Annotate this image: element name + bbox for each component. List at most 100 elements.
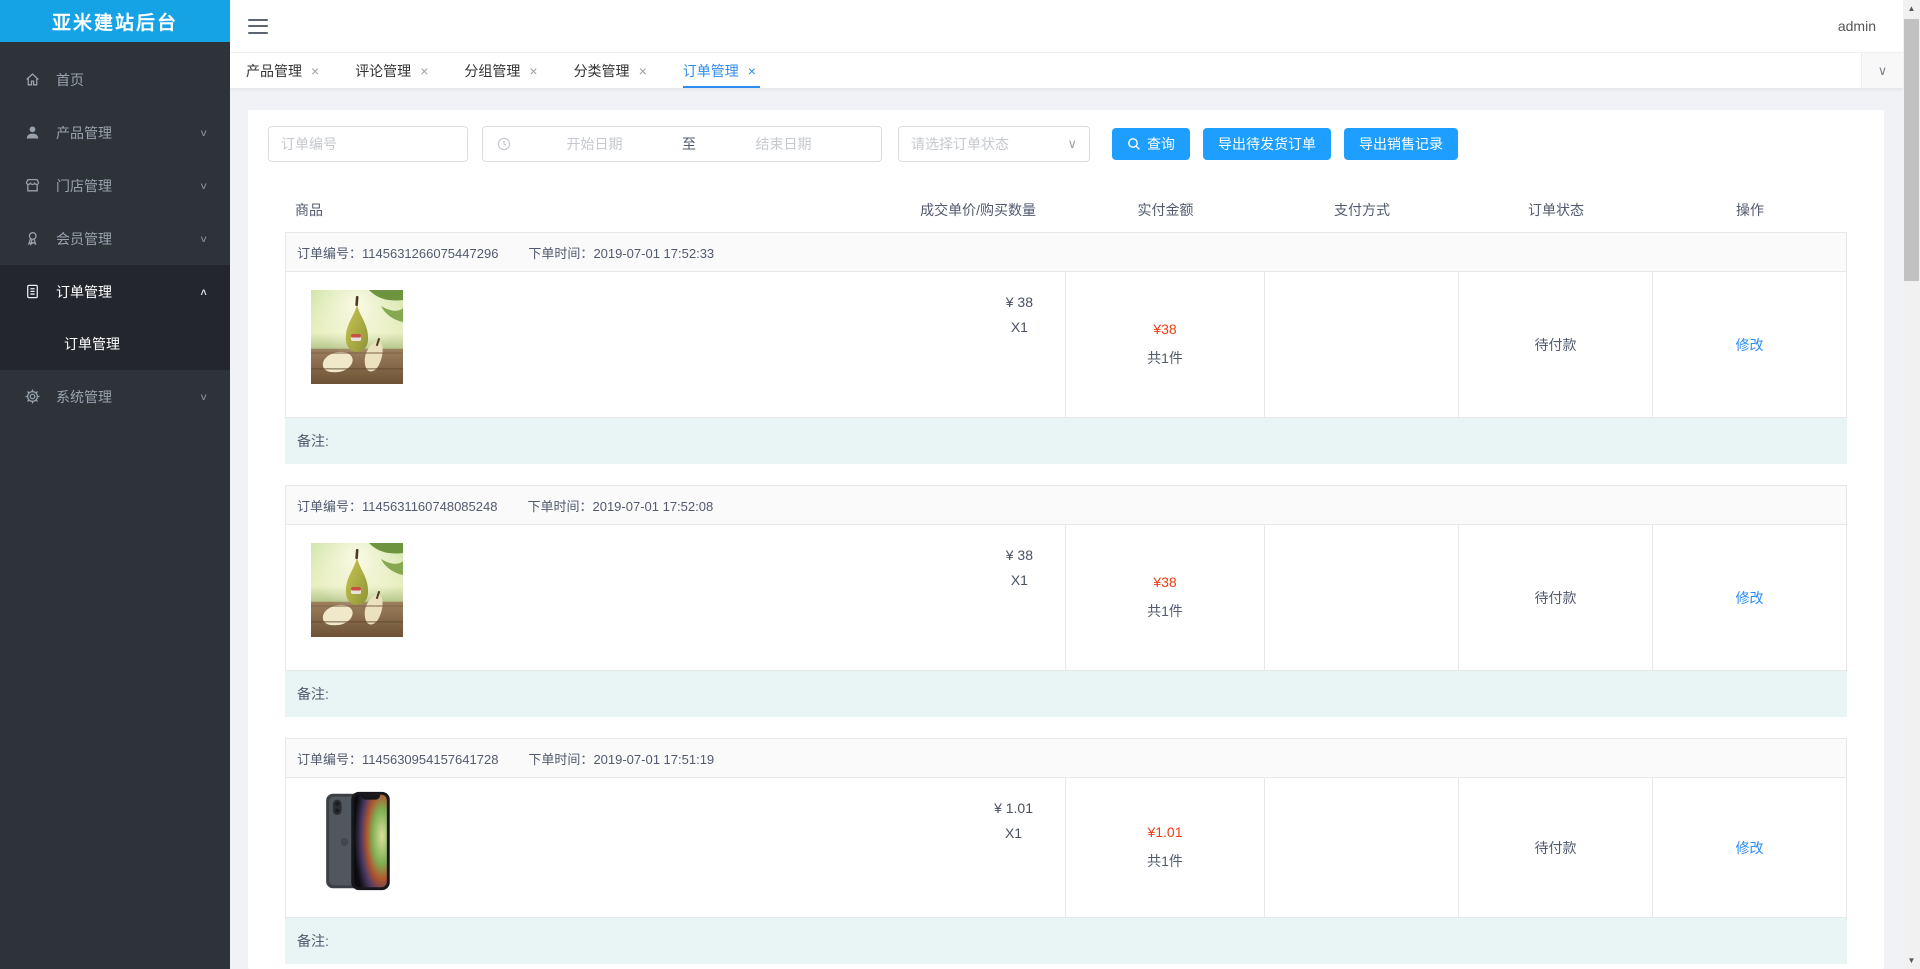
- edit-order-link[interactable]: 修改: [1736, 588, 1764, 608]
- column-header-unit-price-qty: 成交单价/购买数量: [920, 202, 1036, 218]
- sidebar-subitem-order-management[interactable]: 订单管理: [0, 318, 230, 370]
- total-count: 共1件: [1147, 853, 1183, 869]
- order-doc-icon: [24, 283, 41, 300]
- column-header-product: 商品: [295, 202, 323, 218]
- column-header-order-status: 订单状态: [1528, 202, 1584, 218]
- quantity: X1: [1010, 319, 1028, 335]
- chevron-down-icon: ∨: [199, 232, 208, 245]
- column-header-paid-amount: 实付金额: [1137, 202, 1194, 218]
- order-block: 订单编号：1145630954157641728 下单时间：2019-07-01…: [285, 738, 1847, 964]
- filter-row: 开始日期 至 结束日期 请选择订单状态 ∨ 查询 导出待发货订单: [268, 126, 1864, 162]
- table-header-row: 商品 成交单价/购买数量 实付金额 支付方式 订单状态 操作: [285, 188, 1847, 232]
- quantity: X1: [1010, 572, 1028, 588]
- chevron-down-icon: ∨: [1067, 136, 1077, 151]
- order-remark: 备注:: [285, 671, 1847, 717]
- tab-label: 评论管理: [355, 62, 412, 79]
- column-header-actions: 操作: [1736, 202, 1764, 218]
- unit-price: ¥ 38: [1005, 294, 1033, 310]
- order-no-label: 订单编号：: [297, 751, 363, 767]
- status-badge: 待付款: [1534, 336, 1577, 353]
- scroll-down-arrow-icon[interactable]: ▼: [1903, 952, 1920, 969]
- sidebar-item-system[interactable]: 系统管理 ∨: [0, 370, 230, 423]
- iphone-product-image: [312, 788, 402, 894]
- user-icon: [24, 124, 41, 141]
- date-start-placeholder: 开始日期: [566, 136, 623, 152]
- close-icon[interactable]: ×: [311, 64, 319, 78]
- clock-icon: [497, 137, 511, 151]
- sidebar-item-label: 系统管理: [56, 388, 112, 405]
- edit-order-link[interactable]: 修改: [1736, 335, 1764, 355]
- sidebar-menu: 首页 产品管理 ∨ 门店管理 ∨ 会员管理 ∨ 订单管理 ∧ 订单管理 系统管理…: [0, 42, 230, 423]
- sidebar: 亚米建站后台 首页 产品管理 ∨ 门店管理 ∨ 会员管理 ∨ 订单管理 ∧ 订单…: [0, 0, 230, 969]
- tab-groups[interactable]: 分组管理 ×: [464, 53, 557, 88]
- user-menu[interactable]: admin: [1838, 18, 1876, 34]
- status-badge: 待付款: [1534, 839, 1577, 856]
- tab-label: 订单管理: [682, 62, 739, 79]
- chevron-down-icon: ∨: [199, 179, 208, 192]
- content-area: 开始日期 至 结束日期 请选择订单状态 ∨ 查询 导出待发货订单: [230, 88, 1920, 969]
- order-no: 1145630954157641728: [362, 751, 499, 767]
- payment-method: [1264, 272, 1458, 417]
- pear-product-image: [311, 290, 403, 384]
- close-icon[interactable]: ×: [420, 64, 428, 78]
- order-time: 2019-07-01 17:52:08: [592, 498, 714, 514]
- chevron-down-icon: ∨: [199, 126, 208, 139]
- hamburger-icon[interactable]: [248, 18, 268, 34]
- sidebar-item-label: 首页: [56, 71, 84, 88]
- payment-method: [1264, 525, 1458, 670]
- date-end-placeholder: 结束日期: [755, 136, 812, 152]
- order-row: ¥ 38 X1 ¥38 共1件 待付款 修改: [285, 525, 1847, 671]
- order-number-input[interactable]: [281, 136, 455, 152]
- orders-table: 商品 成交单价/购买数量 实付金额 支付方式 订单状态 操作 订单编号：1145…: [285, 188, 1847, 964]
- close-icon[interactable]: ×: [748, 64, 756, 78]
- sidebar-item-members[interactable]: 会员管理 ∨: [0, 212, 230, 265]
- order-no: 1145631266075447296: [362, 245, 499, 261]
- total-count: 共1件: [1147, 603, 1183, 619]
- sidebar-item-stores[interactable]: 门店管理 ∨: [0, 159, 230, 212]
- orders-card: 开始日期 至 结束日期 请选择订单状态 ∨ 查询 导出待发货订单: [248, 110, 1884, 969]
- order-time-label: 下单时间：: [528, 245, 594, 261]
- sidebar-item-home[interactable]: 首页: [0, 53, 230, 106]
- main-area: admin 产品管理 × 评论管理 × 分组管理 × 分类管理 × 订单管理 ×…: [230, 0, 1920, 969]
- paid-amount: ¥38: [1153, 321, 1177, 337]
- edit-order-link[interactable]: 修改: [1736, 838, 1764, 858]
- scroll-up-arrow-icon[interactable]: ▲: [1903, 0, 1920, 17]
- date-range-picker[interactable]: 开始日期 至 结束日期: [482, 126, 882, 162]
- order-number-field: [268, 126, 468, 162]
- close-icon[interactable]: ×: [529, 64, 537, 78]
- unit-price: ¥ 1.01: [994, 800, 1033, 816]
- tab-comments[interactable]: 评论管理 ×: [355, 53, 448, 88]
- sidebar-item-products[interactable]: 产品管理 ∨: [0, 106, 230, 159]
- tab-label: 产品管理: [246, 62, 302, 79]
- export-sales-records-button[interactable]: 导出销售记录: [1344, 128, 1458, 160]
- tab-products[interactable]: 产品管理 ×: [246, 53, 339, 88]
- paid-amount: ¥1.01: [1147, 824, 1183, 840]
- date-separator: 至: [682, 136, 696, 152]
- member-badge-icon: [24, 230, 41, 247]
- search-button[interactable]: 查询: [1112, 128, 1190, 160]
- scrollbar-thumb[interactable]: [1904, 19, 1919, 281]
- chevron-down-icon: ∨: [1877, 62, 1888, 78]
- chevron-up-icon: ∧: [199, 285, 208, 298]
- order-header: 订单编号：1145631160748085248 下单时间：2019-07-01…: [285, 485, 1847, 525]
- sidebar-item-orders[interactable]: 订单管理 ∧: [0, 265, 230, 318]
- sidebar-subitem-label: 订单管理: [64, 336, 120, 352]
- order-remark: 备注:: [285, 418, 1847, 464]
- order-row: ¥ 38 X1 ¥38 共1件 待付款 修改: [285, 272, 1847, 418]
- order-block: 订单编号：1145631266075447296 下单时间：2019-07-01…: [285, 232, 1847, 464]
- order-remark: 备注:: [285, 918, 1847, 964]
- close-icon[interactable]: ×: [639, 64, 647, 78]
- home-icon: [24, 71, 41, 88]
- sidebar-item-label: 会员管理: [56, 230, 112, 247]
- order-no-label: 订单编号：: [297, 245, 363, 261]
- order-status-placeholder: 请选择订单状态: [911, 136, 1009, 152]
- tab-categories[interactable]: 分类管理 ×: [574, 53, 667, 88]
- tab-label: 分类管理: [573, 62, 630, 79]
- tab-list-dropdown-button[interactable]: ∨: [1861, 53, 1903, 88]
- pear-product-image: [311, 543, 403, 637]
- tab-orders[interactable]: 订单管理 ×: [682, 53, 776, 88]
- export-pending-orders-button[interactable]: 导出待发货订单: [1203, 128, 1331, 160]
- order-status-select[interactable]: 请选择订单状态 ∨: [898, 126, 1090, 162]
- order-time-label: 下单时间：: [527, 498, 593, 514]
- total-count: 共1件: [1147, 350, 1183, 366]
